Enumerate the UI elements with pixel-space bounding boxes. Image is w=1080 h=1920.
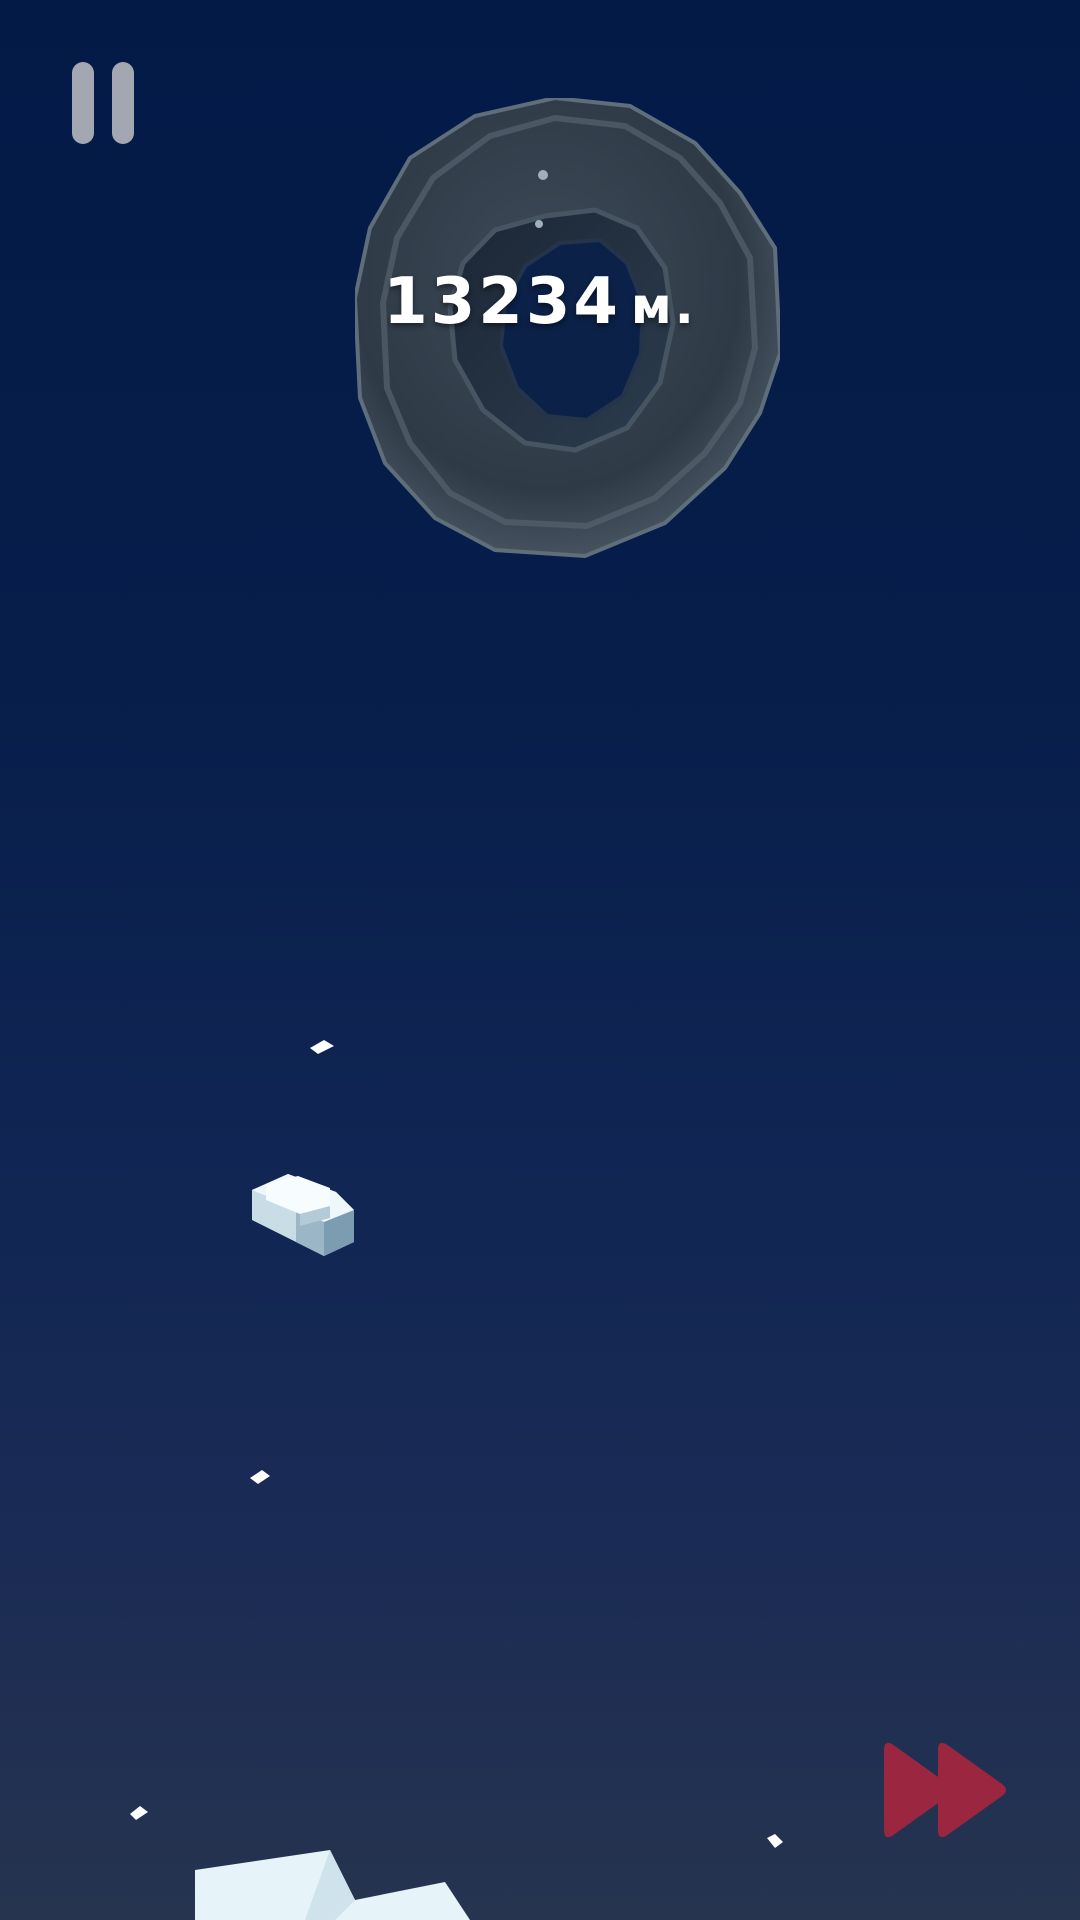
fast-forward-button[interactable] [880, 1736, 1018, 1844]
ice-block-player [252, 1174, 354, 1256]
pause-button[interactable] [70, 62, 136, 144]
distance-counter: 13234 м. [300, 265, 780, 339]
distance-unit: м. [630, 277, 697, 335]
pause-icon-bar-left [72, 62, 94, 144]
debris-particle [250, 1470, 270, 1484]
game-scene[interactable]: 13234 м. [0, 0, 1080, 1920]
debris-particle [130, 1806, 148, 1820]
fast-forward-icon [884, 1742, 1006, 1838]
debris-particle [310, 1040, 334, 1054]
distance-value: 13234 [383, 265, 621, 339]
iceberg [195, 1850, 470, 1920]
debris-particle [767, 1834, 783, 1848]
pause-icon-bar-right [112, 62, 134, 144]
